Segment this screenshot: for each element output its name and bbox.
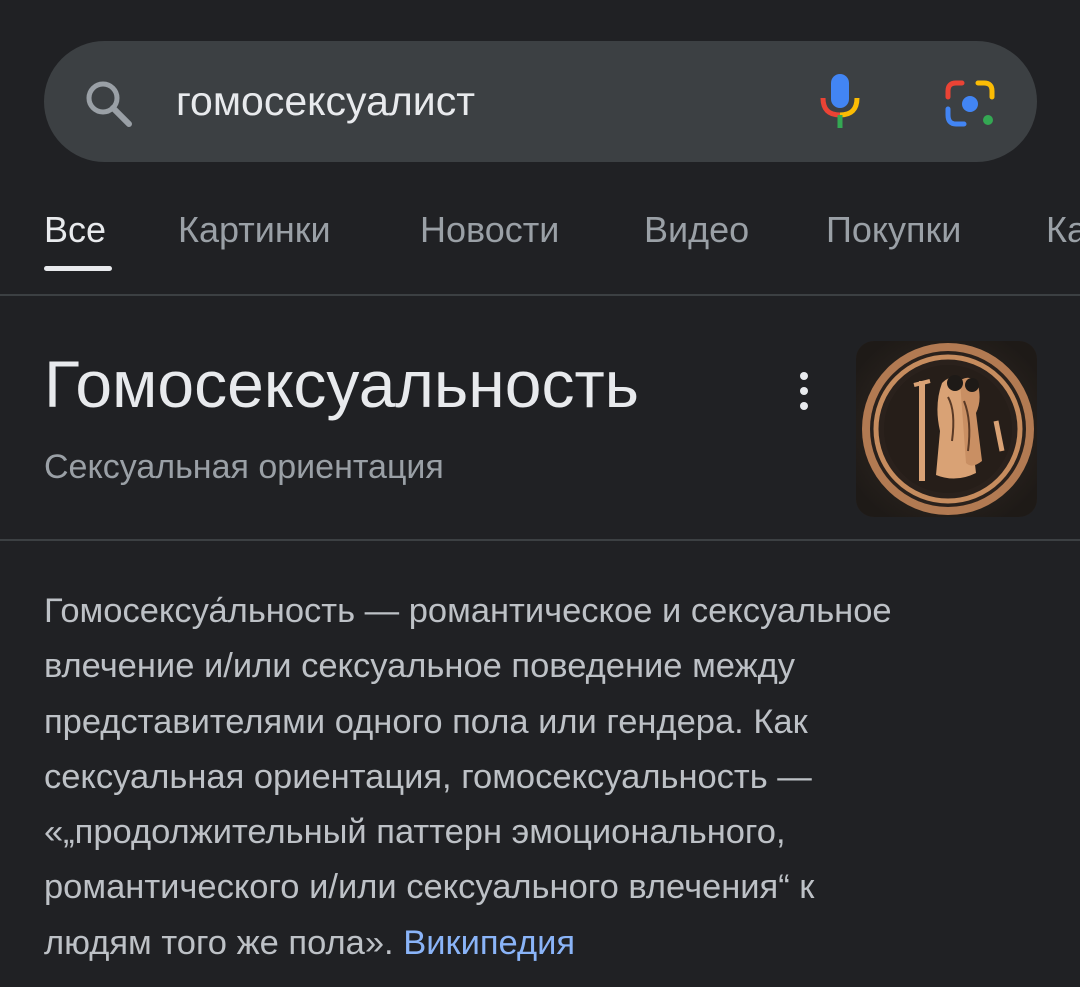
description-line: представителями одного пола или гендера.…: [44, 702, 808, 741]
tab-images[interactable]: Картинки: [178, 208, 331, 252]
description-last-line: людям того же пола». Википедия: [44, 916, 1024, 971]
description-line: Гомосексуа́льность — романтическое и сек…: [44, 592, 892, 630]
panel-divider: [0, 539, 1080, 541]
wikipedia-link[interactable]: Википедия: [403, 924, 575, 962]
tab-news[interactable]: Новости: [420, 208, 559, 252]
description-line: людям того же пола».: [44, 923, 404, 962]
knowledge-panel-title[interactable]: Гомосексуальность: [44, 344, 639, 424]
knowledge-panel-subtitle: Сексуальная ориентация: [44, 448, 444, 486]
active-tab-indicator: [44, 266, 112, 271]
description-line: романтического и/или сексуального влечен…: [44, 868, 815, 907]
tabs-divider: [0, 294, 1080, 296]
description-line: «„продолжительный паттерн эмоционального…: [44, 813, 786, 852]
tab-videos[interactable]: Видео: [644, 208, 749, 252]
more-vert-icon[interactable]: [782, 362, 826, 422]
tab-maps[interactable]: Ка: [1046, 208, 1080, 252]
search-icon[interactable]: [84, 79, 134, 129]
knowledge-panel-image[interactable]: [856, 341, 1037, 517]
tab-all[interactable]: Все: [44, 208, 106, 252]
description-line: сексуальная ориентация, гомосексуальност…: [44, 757, 812, 796]
mic-icon[interactable]: [816, 72, 864, 132]
knowledge-panel-description: Гомосексуа́льность — романтическое и сек…: [44, 584, 1024, 971]
search-bar[interactable]: гомосексуалист: [44, 41, 1037, 162]
google-lens-icon[interactable]: [942, 79, 998, 129]
tab-shopping[interactable]: Покупки: [826, 208, 961, 252]
search-tabs: Все Картинки Новости Видео Покупки Ка: [0, 190, 1080, 294]
description-line: влечение и/или сексуальное поведение меж…: [44, 647, 796, 686]
search-input[interactable]: гомосексуалист: [176, 75, 736, 127]
